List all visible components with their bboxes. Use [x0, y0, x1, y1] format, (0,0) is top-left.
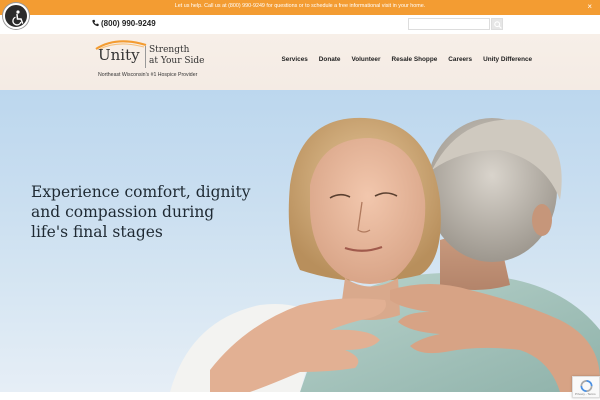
phone-link[interactable]: (800) 990-9249: [92, 19, 156, 28]
site-header: Unity Strength at Your Side Northeast Wi…: [0, 34, 600, 90]
hero-banner: Experience comfort, dignity and compassi…: [0, 90, 600, 392]
nav-item-donate[interactable]: Donate: [313, 56, 346, 63]
utility-bar: (800) 990-9249: [0, 15, 600, 34]
site-logo[interactable]: Unity Strength at Your Side Northeast Wi…: [92, 38, 212, 84]
logo-subtitle: Northeast Wisconsin's #1 Hospice Provide…: [98, 72, 198, 78]
nav-item-services[interactable]: Services: [276, 56, 313, 63]
accessibility-button[interactable]: [3, 3, 29, 29]
announcement-close-button[interactable]: ×: [587, 2, 592, 12]
recaptcha-icon: [580, 380, 593, 392]
recaptcha-label: Privacy - Terms: [575, 392, 596, 396]
logo-tagline-line2: at Your Side: [149, 56, 205, 66]
announcement-bar: Let us help. Call us at (800) 990-9249 f…: [0, 0, 600, 15]
logo-divider: [145, 46, 146, 68]
phone-number: (800) 990-9249: [101, 19, 156, 28]
recaptcha-badge[interactable]: Privacy - Terms: [572, 376, 600, 398]
nav-item-volunteer[interactable]: Volunteer: [346, 56, 386, 63]
nav-item-resale-shoppe[interactable]: Resale Shoppe: [386, 56, 443, 63]
hero-headline: Experience comfort, dignity and compassi…: [31, 182, 271, 242]
search-button[interactable]: [491, 18, 503, 30]
search-input[interactable]: [408, 18, 490, 30]
main-nav: Services Donate Volunteer Resale Shoppe …: [276, 56, 538, 63]
search-icon: [494, 21, 502, 29]
announcement-text: Let us help. Call us at (800) 990-9249 f…: [174, 3, 426, 9]
wheelchair-icon: [12, 10, 24, 26]
nav-item-careers[interactable]: Careers: [443, 56, 478, 63]
hero-headline-line2: and compassion during: [31, 203, 215, 221]
nav-item-unity-difference[interactable]: Unity Difference: [478, 56, 538, 63]
hero-headline-line3: life's final stages: [31, 223, 163, 241]
phone-icon: [92, 19, 99, 27]
logo-tagline-line1: Strength: [149, 45, 190, 55]
hero-headline-line1: Experience comfort, dignity: [31, 183, 251, 201]
logo-name: Unity: [98, 46, 140, 64]
